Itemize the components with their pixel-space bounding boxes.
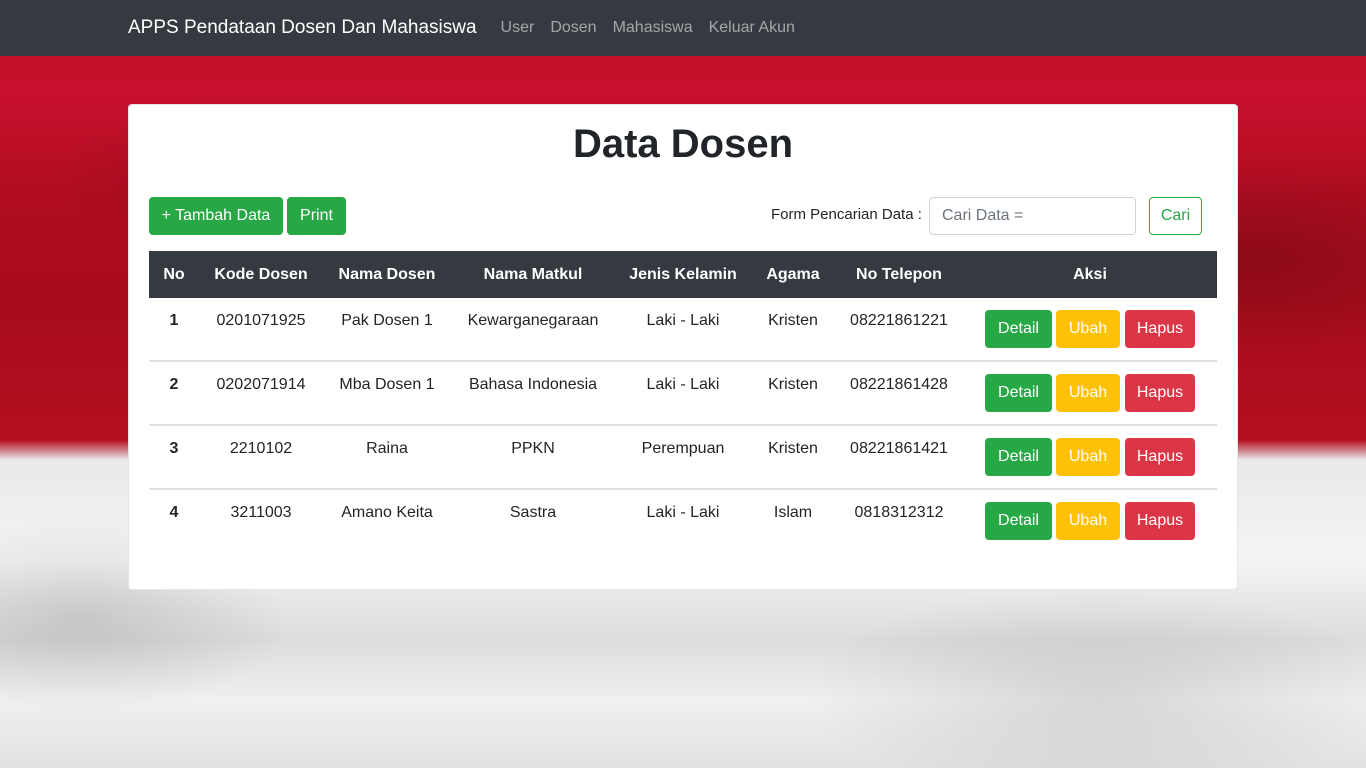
detail-button[interactable]: Detail <box>985 374 1052 412</box>
edit-button[interactable]: Ubah <box>1056 502 1120 540</box>
search-label: Form Pencarian Data : <box>771 206 922 223</box>
cell-matkul: Sastra <box>509 504 557 521</box>
nav-link-mahasiswa[interactable]: Mahasiswa <box>613 19 693 37</box>
navbar-brand[interactable]: APPS Pendataan Dosen Dan Mahasiswa <box>128 17 477 39</box>
cell-matkul: PPKN <box>511 440 555 457</box>
delete-button[interactable]: Hapus <box>1125 438 1195 476</box>
cell-kode: 3211003 <box>230 504 292 521</box>
cell-jk: Laki - Laki <box>646 376 720 393</box>
header-agama: Agama <box>766 266 820 283</box>
navbar: APPS Pendataan Dosen Dan Mahasiswa User … <box>0 0 1366 56</box>
delete-button[interactable]: Hapus <box>1125 310 1195 348</box>
cell-kode: 0202071914 <box>216 376 306 393</box>
header-kode: Kode Dosen <box>214 266 308 283</box>
cell-matkul: Bahasa Indonesia <box>468 376 598 393</box>
cell-matkul: Kewarganegaraan <box>467 312 599 329</box>
table-header: No Kode Dosen Nama Dosen Nama Matkul Jen… <box>149 251 1217 298</box>
table-row: 4 3211003 Amano Keita Sastra Laki - Laki… <box>149 490 1217 554</box>
table-row: 2 0202071914 Mba Dosen 1 Bahasa Indonesi… <box>149 362 1217 426</box>
nav-link-dosen[interactable]: Dosen <box>550 19 596 37</box>
page-title: Data Dosen <box>572 122 794 166</box>
cell-telp: 0818312312 <box>854 504 944 521</box>
detail-button[interactable]: Detail <box>985 502 1052 540</box>
delete-button[interactable]: Hapus <box>1125 374 1195 412</box>
header-telp: No Telepon <box>856 266 942 283</box>
cell-nama: Amano Keita <box>341 504 433 521</box>
cell-jk: Laki - Laki <box>646 504 720 521</box>
cell-no: 3 <box>169 440 179 457</box>
nav-link-logout[interactable]: Keluar Akun <box>709 19 795 37</box>
cell-kode: 0201071925 <box>216 312 306 329</box>
detail-button[interactable]: Detail <box>985 438 1052 476</box>
cell-no: 4 <box>169 504 179 521</box>
header-jk: Jenis Kelamin <box>629 266 737 283</box>
cell-nama: Mba Dosen 1 <box>339 376 435 393</box>
nav-link-user[interactable]: User <box>501 19 535 37</box>
cell-kode: 2210102 <box>229 440 293 457</box>
cell-no: 1 <box>169 312 179 329</box>
cell-telp: 08221861428 <box>850 376 948 393</box>
cell-nama: Raina <box>366 440 408 457</box>
table-row: 3 2210102 Raina PPKN Perempuan Kristen 0… <box>149 426 1217 490</box>
header-no: No <box>163 266 185 283</box>
table-row: 1 0201071925 Pak Dosen 1 Kewarganegaraan… <box>149 298 1217 362</box>
cell-agama: Kristen <box>768 376 818 393</box>
detail-button[interactable]: Detail <box>985 310 1052 348</box>
print-button[interactable]: Print <box>287 197 346 235</box>
edit-button[interactable]: Ubah <box>1056 438 1120 476</box>
delete-button[interactable]: Hapus <box>1125 502 1195 540</box>
cell-nama: Pak Dosen 1 <box>341 312 433 329</box>
header-aksi: Aksi <box>1073 266 1107 283</box>
cell-telp: 08221861221 <box>850 312 948 329</box>
dosen-table: No Kode Dosen Nama Dosen Nama Matkul Jen… <box>149 251 1217 554</box>
cell-jk: Laki - Laki <box>646 312 720 329</box>
edit-button[interactable]: Ubah <box>1056 374 1120 412</box>
cell-jk: Perempuan <box>641 440 725 457</box>
edit-button[interactable]: Ubah <box>1056 310 1120 348</box>
header-matkul: Nama Matkul <box>483 266 583 283</box>
search-input[interactable] <box>929 197 1136 235</box>
cell-telp: 08221861421 <box>850 440 948 457</box>
cell-no: 2 <box>169 376 179 393</box>
add-data-button[interactable]: + Tambah Data <box>149 197 283 235</box>
cell-agama: Islam <box>773 504 813 521</box>
header-nama: Nama Dosen <box>338 266 436 283</box>
search-button[interactable]: Cari <box>1149 197 1202 235</box>
cell-agama: Kristen <box>768 440 818 457</box>
cell-agama: Kristen <box>768 312 818 329</box>
